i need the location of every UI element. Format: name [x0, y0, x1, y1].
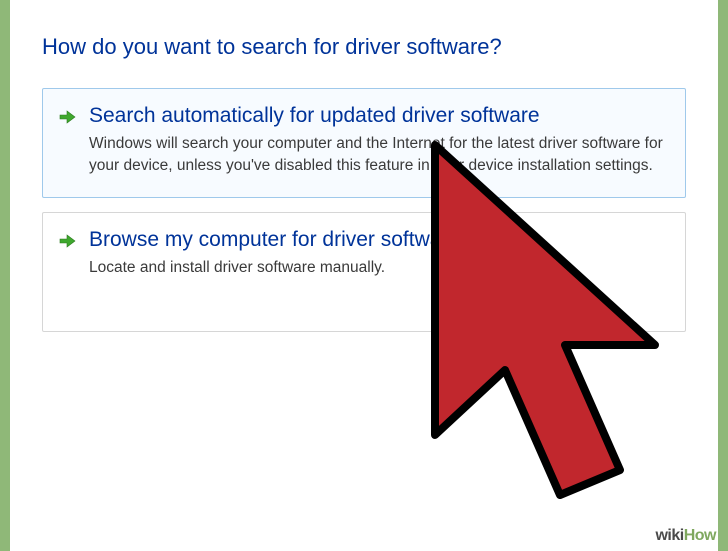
option-title: Browse my computer for driver software	[89, 227, 665, 253]
option-body: Browse my computer for driver software L…	[89, 227, 665, 279]
option-search-automatically[interactable]: Search automatically for updated driver …	[42, 88, 686, 198]
option-browse-computer[interactable]: Browse my computer for driver software L…	[42, 212, 686, 332]
option-description: Locate and install driver software manua…	[89, 257, 665, 279]
watermark-part1: wiki	[655, 527, 683, 544]
option-description: Windows will search your computer and th…	[89, 133, 665, 176]
watermark: wikiHow	[655, 527, 716, 545]
arrow-right-icon	[57, 107, 77, 127]
driver-search-dialog: How do you want to search for driver sof…	[10, 0, 718, 551]
option-title: Search automatically for updated driver …	[89, 103, 665, 129]
arrow-right-icon	[57, 231, 77, 251]
option-body: Search automatically for updated driver …	[89, 103, 665, 177]
watermark-part2: How	[684, 527, 716, 544]
dialog-heading: How do you want to search for driver sof…	[42, 34, 686, 60]
